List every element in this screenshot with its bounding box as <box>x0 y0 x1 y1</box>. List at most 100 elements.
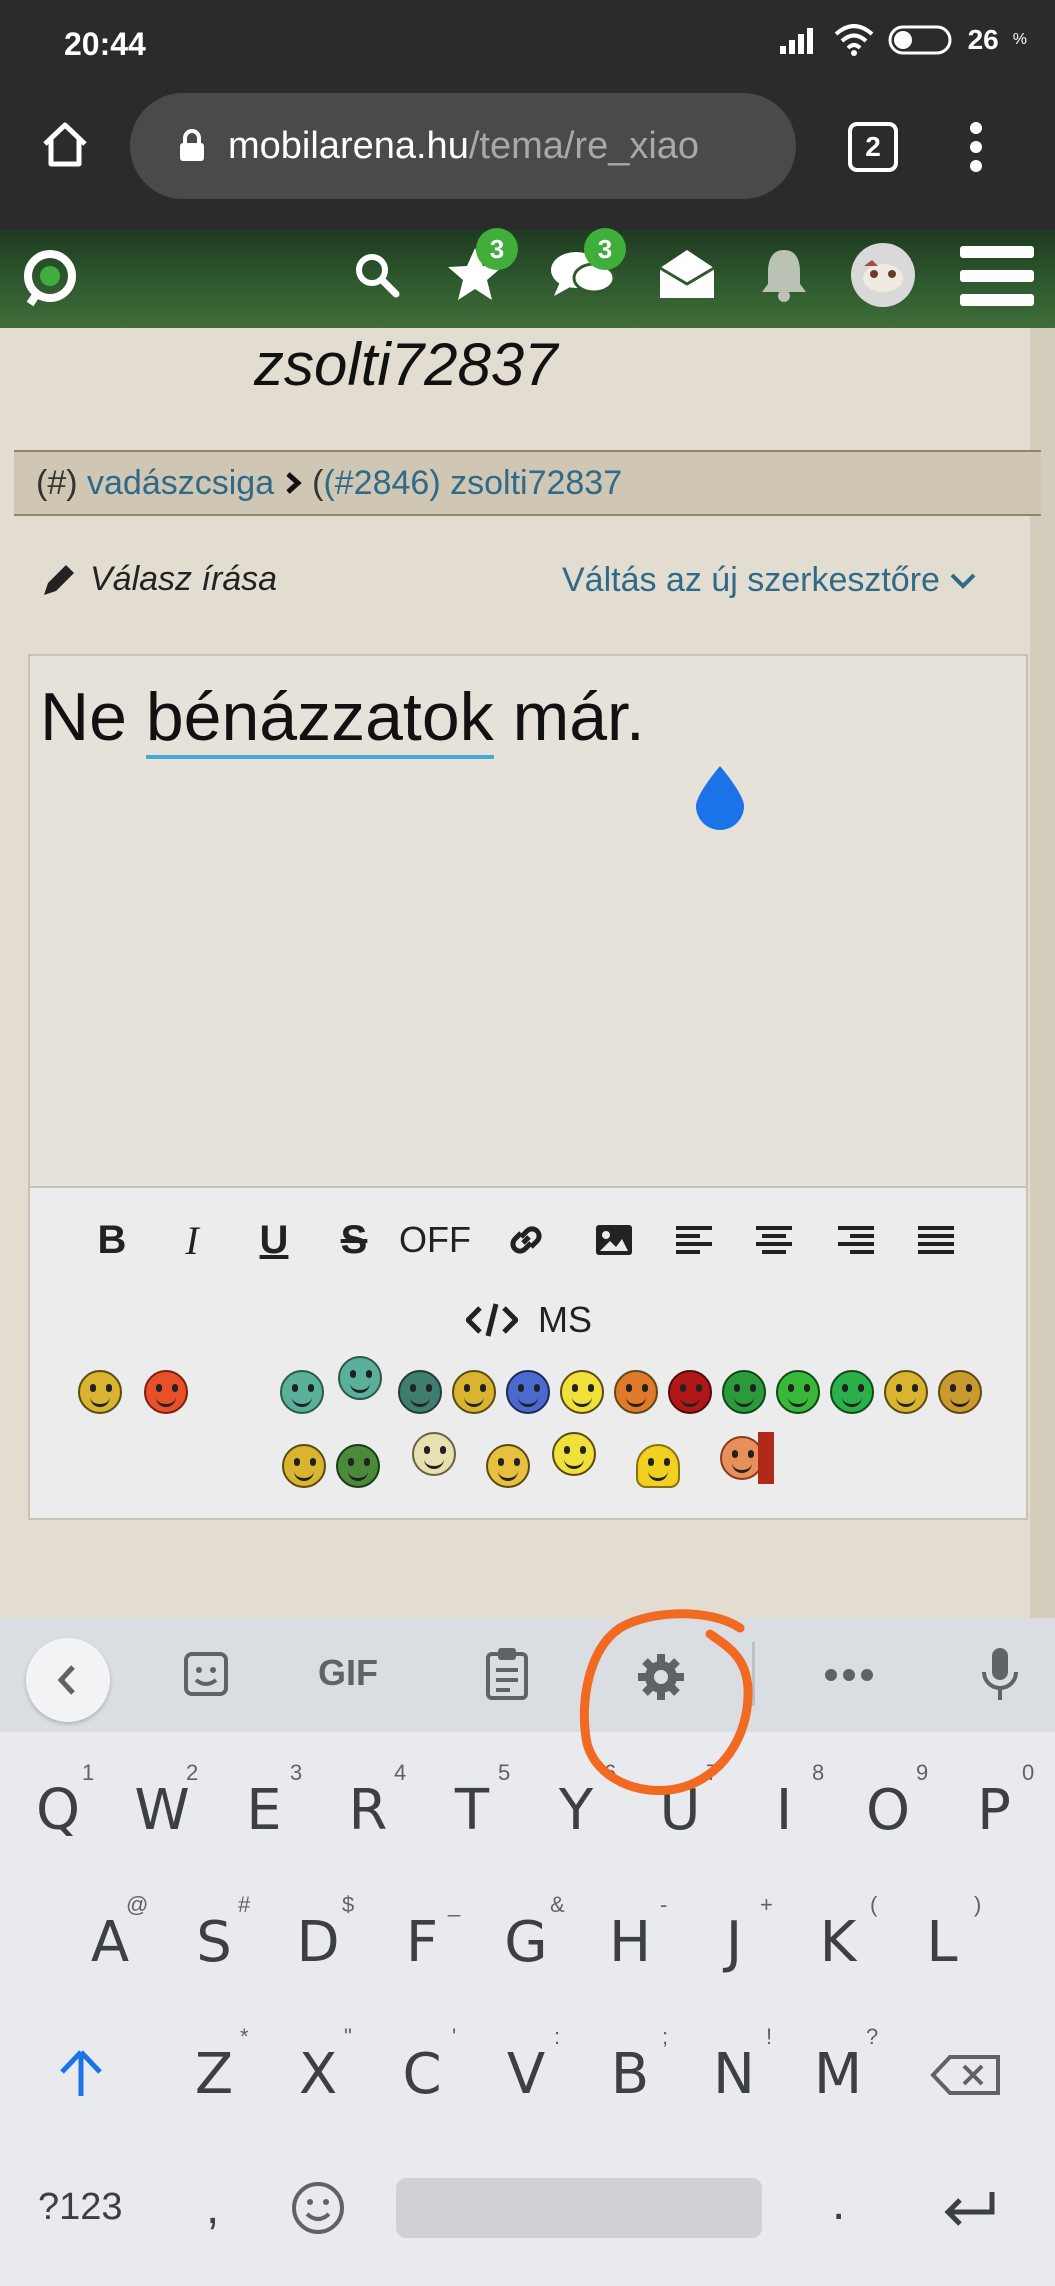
sticker-icon[interactable] <box>182 1650 230 1698</box>
key-o[interactable]: O <box>848 1778 928 1843</box>
spacebar[interactable] <box>396 2178 762 2238</box>
link-icon <box>510 1226 542 1254</box>
key-l[interactable]: L <box>902 1910 982 1975</box>
key-w[interactable]: W <box>122 1778 202 1843</box>
search-icon[interactable] <box>354 252 400 298</box>
key-hint: * <box>240 2024 249 2049</box>
ms-button[interactable]: MS <box>530 1290 600 1350</box>
key-d[interactable]: D <box>278 1910 358 1975</box>
emoji-key-icon[interactable] <box>290 2180 346 2236</box>
enter-icon[interactable] <box>942 2188 998 2228</box>
keyboard-collapse-button[interactable] <box>26 1638 110 1722</box>
smiley-icon[interactable] <box>452 1370 496 1414</box>
bold-button[interactable]: B <box>82 1210 142 1270</box>
clipboard-icon[interactable] <box>484 1646 530 1700</box>
switch-editor-link[interactable]: Váltás az új szerkesztőre <box>562 561 978 600</box>
smiley-icon[interactable] <box>338 1356 382 1400</box>
smiley-icon[interactable] <box>336 1444 380 1488</box>
key-m[interactable]: M <box>798 2042 878 2107</box>
justify-button[interactable] <box>906 1210 966 1270</box>
key-u[interactable]: U <box>640 1778 720 1843</box>
breadcrumb-author-link[interactable]: vadászcsiga <box>87 464 274 503</box>
backspace-icon[interactable] <box>930 2054 1002 2096</box>
smiley-icon[interactable] <box>398 1370 442 1414</box>
key-i[interactable]: I <box>744 1778 824 1843</box>
key-p[interactable]: P <box>954 1778 1034 1843</box>
key-k[interactable]: K <box>798 1910 878 1975</box>
align-left-icon <box>676 1226 712 1254</box>
key-v[interactable]: V <box>486 2042 566 2107</box>
url-bar[interactable]: mobilarena.hu/tema/re_xiao <box>130 93 796 199</box>
breadcrumb-hash[interactable]: (#) <box>36 464 78 503</box>
smiley-icon[interactable] <box>506 1370 550 1414</box>
text-cursor-handle[interactable] <box>692 764 748 830</box>
key-t[interactable]: T <box>432 1778 512 1843</box>
microphone-icon[interactable] <box>980 1646 1020 1704</box>
lock-icon <box>180 129 204 161</box>
comma-key[interactable]: , <box>206 2180 219 2235</box>
smiley-icon[interactable] <box>938 1370 982 1414</box>
underline-button[interactable]: U <box>244 1210 304 1270</box>
smiley-icon[interactable] <box>614 1370 658 1414</box>
smiley-icon[interactable] <box>486 1444 530 1488</box>
shift-arrow-icon[interactable] <box>58 2048 104 2098</box>
image-button[interactable] <box>584 1210 644 1270</box>
key-g[interactable]: G <box>486 1910 566 1975</box>
smiley-icon[interactable] <box>144 1370 188 1414</box>
misspelled-word[interactable]: bénázzatok <box>145 679 494 759</box>
key-e[interactable]: E <box>224 1778 304 1843</box>
key-b[interactable]: B <box>590 2042 670 2107</box>
strikethrough-button[interactable]: S <box>324 1210 384 1270</box>
smiley-icon[interactable] <box>280 1370 324 1414</box>
key-c[interactable]: C <box>382 2042 462 2107</box>
italic-button[interactable]: I <box>162 1210 222 1270</box>
smiley-icon[interactable] <box>552 1432 596 1476</box>
key-f[interactable]: F <box>382 1910 462 1975</box>
more-menu-icon[interactable] <box>968 120 984 174</box>
period-key[interactable]: . <box>832 2176 845 2231</box>
key-s[interactable]: S <box>174 1910 254 1975</box>
smiley-icon[interactable] <box>722 1370 766 1414</box>
align-right-button[interactable] <box>826 1210 886 1270</box>
link-button[interactable] <box>496 1210 556 1270</box>
key-z[interactable]: Z <box>174 2042 254 2107</box>
mail-open-icon[interactable] <box>656 246 718 302</box>
key-y[interactable]: Y <box>536 1778 616 1843</box>
key-h[interactable]: H <box>590 1910 670 1975</box>
smiley-icon[interactable] <box>560 1370 604 1414</box>
notifications-bell-icon[interactable] <box>756 244 812 304</box>
symbols-key[interactable]: ?123 <box>38 2186 123 2229</box>
smiley-icon[interactable] <box>78 1370 122 1414</box>
smiley-icon[interactable] <box>636 1444 680 1488</box>
smiley-icon[interactable] <box>282 1444 326 1488</box>
tab-switcher-button[interactable]: 2 <box>848 122 898 172</box>
settings-gear-icon[interactable] <box>636 1652 686 1702</box>
smiley-icon[interactable] <box>668 1370 712 1414</box>
off-button[interactable]: OFF <box>390 1210 480 1270</box>
key-a[interactable]: A <box>70 1910 150 1975</box>
breadcrumb-reply-to-link[interactable]: zsolti72837 <box>450 464 622 503</box>
key-hint: + <box>760 1892 773 1917</box>
key-n[interactable]: N <box>694 2042 774 2107</box>
align-left-button[interactable] <box>664 1210 724 1270</box>
smiley-icon[interactable] <box>412 1432 456 1476</box>
key-x[interactable]: X <box>278 2042 358 2107</box>
gif-button[interactable]: GIF <box>318 1652 378 1694</box>
smiley-icon[interactable] <box>776 1370 820 1414</box>
site-logo-icon[interactable] <box>20 246 80 308</box>
more-options-icon[interactable] <box>824 1668 874 1682</box>
key-hint: ' <box>452 2024 457 2049</box>
user-avatar[interactable] <box>850 242 916 308</box>
breadcrumb-post-link[interactable]: ((#2846) <box>312 464 441 503</box>
home-icon[interactable] <box>40 120 90 170</box>
smiley-icon[interactable] <box>884 1370 928 1414</box>
key-r[interactable]: R <box>328 1778 408 1843</box>
smiley-icon[interactable] <box>830 1370 874 1414</box>
code-button[interactable] <box>462 1290 522 1350</box>
justify-icon <box>918 1226 954 1254</box>
hamburger-menu-icon[interactable] <box>958 244 1036 308</box>
url-host: mobilarena.hu <box>228 124 469 167</box>
align-center-button[interactable] <box>744 1210 804 1270</box>
key-j[interactable]: J <box>694 1910 774 1975</box>
key-q[interactable]: Q <box>18 1778 98 1843</box>
